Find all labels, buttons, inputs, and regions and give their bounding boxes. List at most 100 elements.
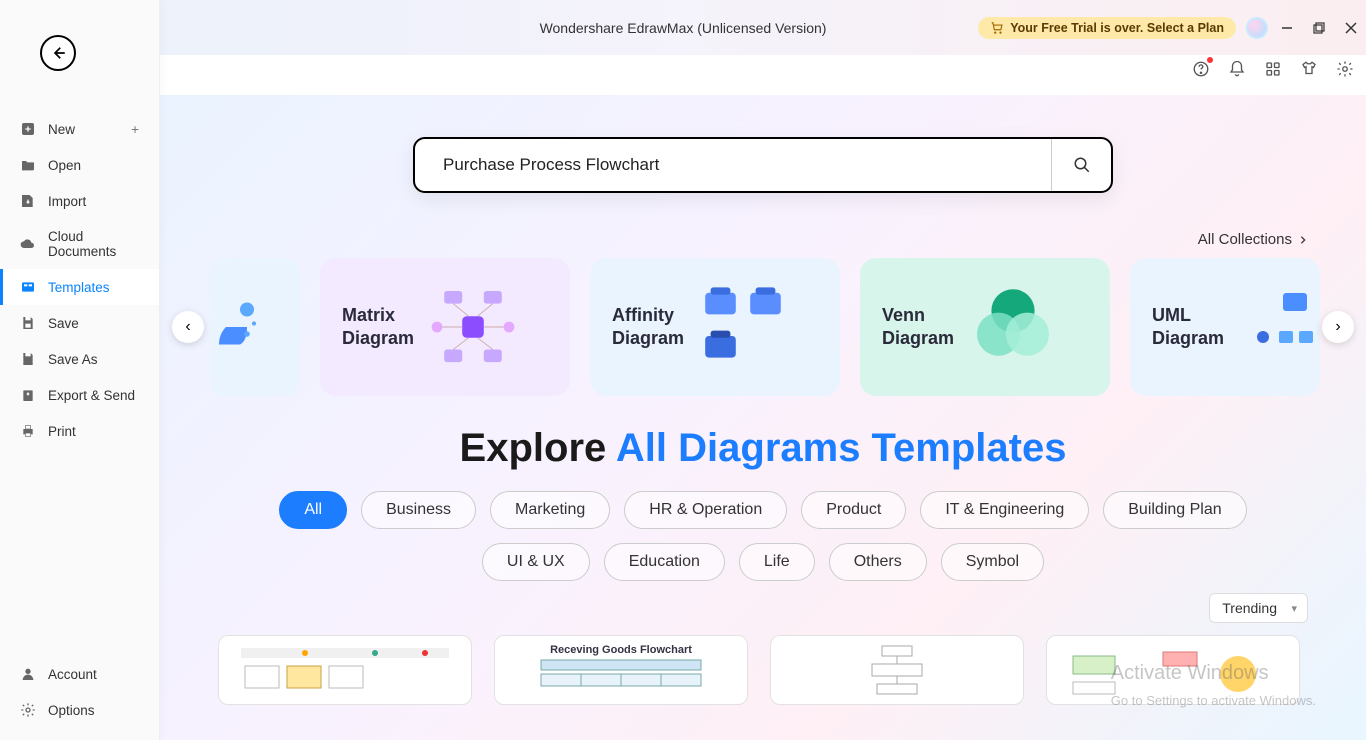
pill-life[interactable]: Life — [739, 543, 815, 581]
close-button[interactable] — [1344, 21, 1358, 35]
hero-accent: All Diagrams Templates — [616, 426, 1067, 470]
card-title: Affinity Diagram — [612, 304, 684, 351]
template-card[interactable]: Receving Goods Flowchart — [494, 635, 748, 705]
export-icon — [20, 387, 36, 403]
import-icon — [20, 193, 36, 209]
pill-hr[interactable]: HR & Operation — [624, 491, 787, 529]
sidebar-item-label: Cloud Documents — [48, 229, 139, 259]
plus-square-icon — [20, 121, 36, 137]
carousel-next-button[interactable]: › — [1322, 311, 1354, 343]
sidebar-item-export[interactable]: Export & Send — [0, 377, 159, 413]
template-preview — [511, 656, 731, 690]
print-icon — [20, 423, 36, 439]
sidebar-item-label: Import — [48, 194, 86, 209]
card-title: Venn Diagram — [882, 304, 954, 351]
main-content: All Collections ‹ › Matrix Diagram — [160, 95, 1366, 740]
gear-icon — [20, 702, 36, 718]
pill-uiux[interactable]: UI & UX — [482, 543, 590, 581]
pill-building[interactable]: Building Plan — [1103, 491, 1246, 529]
pill-education[interactable]: Education — [604, 543, 725, 581]
sidebar-item-label: Print — [48, 424, 76, 439]
templates-icon — [20, 279, 36, 295]
sidebar-item-label: New — [48, 122, 75, 137]
template-card[interactable] — [770, 635, 1024, 705]
card-title: Matrix Diagram — [342, 304, 414, 351]
trial-banner[interactable]: Your Free Trial is over. Select a Plan — [978, 17, 1236, 39]
collection-card-uml[interactable]: UML Diagram — [1130, 258, 1320, 396]
sidebar-item-label: Templates — [48, 280, 110, 295]
sidebar-item-save[interactable]: Save — [0, 305, 159, 341]
shirt-icon[interactable] — [1300, 60, 1318, 78]
template-preview — [235, 644, 455, 694]
template-preview — [1063, 644, 1283, 698]
cart-icon — [990, 21, 1004, 35]
template-card[interactable] — [1046, 635, 1300, 705]
all-collections-link[interactable]: All Collections — [160, 231, 1308, 248]
pill-others[interactable]: Others — [829, 543, 927, 581]
sort-dropdown[interactable]: Trending — [1209, 593, 1308, 623]
hero-title: Explore All Diagrams Templates — [160, 426, 1366, 471]
template-title: Receving Goods Flowchart — [550, 644, 692, 656]
bell-icon[interactable] — [1228, 60, 1246, 78]
collection-card-venn[interactable]: Venn Diagram — [860, 258, 1110, 396]
all-collections-label: All Collections — [1198, 231, 1292, 248]
back-button[interactable] — [40, 35, 76, 71]
sidebar-item-label: Save As — [48, 352, 98, 367]
collection-card-affinity[interactable]: Affinity Diagram — [590, 258, 840, 396]
apps-icon[interactable] — [1264, 60, 1282, 78]
pill-it[interactable]: IT & Engineering — [920, 491, 1089, 529]
save-icon — [20, 315, 36, 331]
sidebar-item-label: Save — [48, 316, 79, 331]
venn-graphic — [968, 282, 1058, 372]
sort-selected-label: Trending — [1222, 600, 1277, 616]
template-preview — [787, 644, 1007, 698]
carousel-prev-button[interactable]: ‹ — [172, 311, 204, 343]
matrix-graphic — [428, 282, 518, 372]
minimize-button[interactable] — [1280, 21, 1294, 35]
sidebar-item-templates[interactable]: Templates — [0, 269, 159, 305]
cloud-icon — [20, 236, 36, 252]
search-box — [413, 137, 1113, 193]
help-icon[interactable] — [1192, 60, 1210, 78]
search-input[interactable] — [415, 155, 1051, 175]
affinity-graphic — [698, 282, 788, 372]
chevron-right-icon — [1298, 235, 1308, 245]
sidebar-item-label: Account — [48, 667, 97, 682]
pill-symbol[interactable]: Symbol — [941, 543, 1044, 581]
save-as-icon — [20, 351, 36, 367]
template-card[interactable] — [218, 635, 472, 705]
sidebar-item-new[interactable]: New + — [0, 111, 159, 147]
sidebar-item-options[interactable]: Options — [0, 692, 159, 728]
uml-graphic — [1238, 282, 1328, 372]
pill-marketing[interactable]: Marketing — [490, 491, 610, 529]
sidebar-item-label: Open — [48, 158, 81, 173]
app-title: Wondershare EdrawMax (Unlicensed Version… — [540, 20, 827, 36]
sidebar-item-account[interactable]: Account — [0, 656, 159, 692]
sidebar-item-saveas[interactable]: Save As — [0, 341, 159, 377]
sidebar-item-label: Export & Send — [48, 388, 135, 403]
maximize-button[interactable] — [1312, 21, 1326, 35]
sidebar: New + Open Import Cloud Documents Templa… — [0, 0, 160, 740]
trial-text: Your Free Trial is over. Select a Plan — [1010, 21, 1224, 35]
user-icon — [20, 666, 36, 682]
search-button[interactable] — [1051, 139, 1111, 191]
search-icon — [1073, 156, 1091, 174]
collection-card-fishbone[interactable] — [210, 258, 300, 396]
folder-icon — [20, 157, 36, 173]
sidebar-item-cloud[interactable]: Cloud Documents — [0, 219, 159, 269]
sidebar-item-import[interactable]: Import — [0, 183, 159, 219]
category-pills: All Business Marketing HR & Operation Pr… — [160, 491, 1366, 581]
card-title: UML Diagram — [1152, 304, 1224, 351]
gear-icon[interactable] — [1336, 60, 1354, 78]
plus-icon[interactable]: + — [131, 122, 139, 137]
sidebar-item-open[interactable]: Open — [0, 147, 159, 183]
pill-all[interactable]: All — [279, 491, 347, 529]
fishbone-graphic — [202, 282, 292, 372]
hero-prefix: Explore — [460, 426, 616, 470]
sidebar-item-print[interactable]: Print — [0, 413, 159, 449]
sidebar-item-label: Options — [48, 703, 95, 718]
pill-product[interactable]: Product — [801, 491, 906, 529]
pill-business[interactable]: Business — [361, 491, 476, 529]
avatar[interactable] — [1246, 17, 1268, 39]
collection-card-matrix[interactable]: Matrix Diagram — [320, 258, 570, 396]
